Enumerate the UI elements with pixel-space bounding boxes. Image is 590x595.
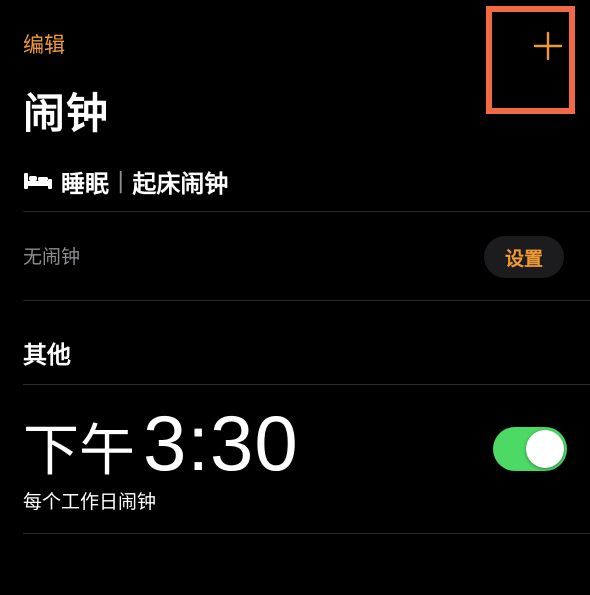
divider	[23, 384, 590, 385]
page-title: 闹钟	[23, 89, 110, 138]
divider	[23, 211, 590, 212]
section-title-others: 其他	[23, 341, 71, 369]
alarm-ampm: 下午	[23, 419, 135, 484]
no-alarm-text: 无闹钟	[23, 246, 81, 268]
alarm-time: 3:30	[143, 399, 299, 487]
sleep-header: 睡眠 | 起床闹钟	[23, 164, 228, 198]
edit-button[interactable]: 编辑	[23, 30, 65, 60]
wake-alarm-label: 起床闹钟	[132, 169, 229, 198]
bed-icon	[24, 173, 52, 189]
sleep-label: 睡眠	[61, 169, 109, 198]
divider	[23, 533, 590, 534]
setup-button[interactable]: 设置	[484, 236, 564, 278]
plus-icon[interactable]	[532, 30, 564, 62]
alarm-repeat-label: 每个工作日闹钟	[23, 491, 157, 513]
toggle-knob	[526, 430, 564, 468]
alarm-toggle[interactable]	[493, 427, 567, 471]
divider	[23, 300, 590, 301]
alarm-item[interactable]: 下午 3:30	[23, 398, 299, 497]
sleep-separator: |	[117, 168, 125, 194]
